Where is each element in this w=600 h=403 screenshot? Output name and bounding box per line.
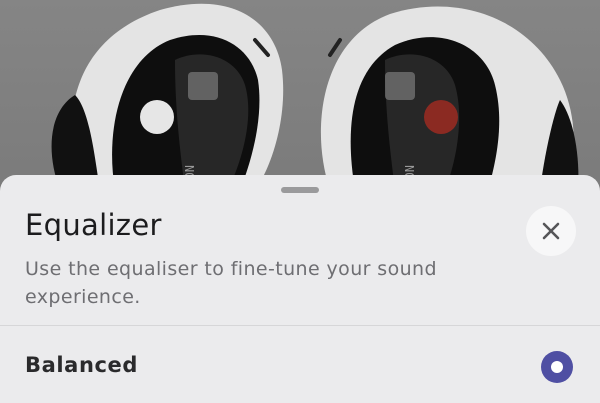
right-earbud-dot <box>424 100 458 134</box>
right-earbud: NO <box>320 6 579 190</box>
sheet-description: Use the equaliser to fine-tune your soun… <box>25 258 437 308</box>
option-label: Balanced <box>25 353 139 377</box>
left-earbud-dot <box>140 100 174 134</box>
close-button[interactable] <box>526 206 576 256</box>
sheet-drag-handle[interactable] <box>281 187 319 193</box>
earbuds-illustration: NO NO <box>51 3 579 190</box>
left-earbud: NO <box>51 3 284 190</box>
radio-dot <box>551 361 563 373</box>
sheet-title: Equalizer <box>25 208 162 242</box>
equalizer-option-balanced[interactable]: Balanced <box>0 326 600 403</box>
close-icon <box>542 222 560 240</box>
equalizer-screen: NO NO Equalizer Use the equaliser to fin… <box>0 0 600 403</box>
radio-selected-icon[interactable] <box>541 351 573 383</box>
earbuds-hero-image: NO NO <box>0 0 600 190</box>
equalizer-bottom-sheet: Equalizer Use the equaliser to fine-tune… <box>0 175 600 403</box>
